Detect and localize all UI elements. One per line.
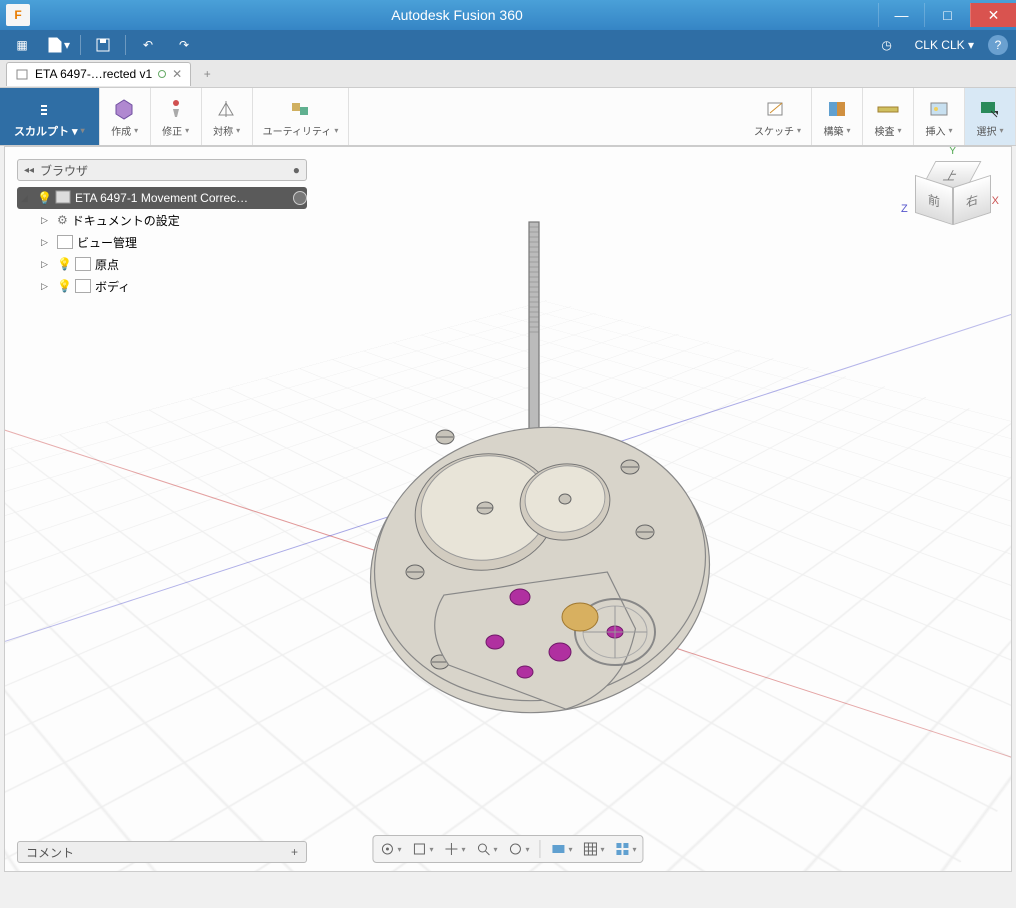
redo-button[interactable]: ↷	[170, 33, 198, 57]
browser-panel: ◂◂ ブラウザ ● ◢ 💡 ETA 6497-1 Movement Correc…	[17, 159, 307, 297]
close-button[interactable]: ✕	[970, 3, 1016, 27]
sketch-icon	[762, 95, 792, 123]
folder-icon	[57, 235, 73, 249]
visibility-icon[interactable]: 💡	[57, 279, 71, 293]
browser-item-views[interactable]: ▷ ビュー管理	[17, 231, 307, 253]
undo-button[interactable]: ↶	[134, 33, 162, 57]
visibility-icon[interactable]: 💡	[57, 257, 71, 271]
ribbon-symmetry[interactable]: 対称	[202, 88, 253, 145]
file-button[interactable]: ▾	[44, 33, 72, 57]
job-status-icon[interactable]: ◷	[873, 33, 901, 57]
browser-item-settings[interactable]: ▷⚙ ドキュメントの設定	[17, 209, 307, 231]
workspace-switcher[interactable]: スカルプト ▾	[0, 88, 100, 145]
unsaved-indicator-icon	[158, 70, 166, 78]
select-icon	[975, 95, 1005, 123]
browser-header[interactable]: ◂◂ ブラウザ ●	[17, 159, 307, 181]
ribbon: スカルプト ▾ 作成 修正 対称 ユーティリティ スケッチ 構築 検査 挿入 選…	[0, 88, 1016, 146]
ribbon-construct[interactable]: 構築	[812, 88, 863, 145]
pan-button[interactable]	[443, 841, 465, 857]
browser-title: ブラウザ	[40, 162, 287, 179]
save-button[interactable]	[89, 33, 117, 57]
look-button[interactable]	[508, 841, 530, 857]
browser-pin-icon[interactable]: ●	[293, 163, 300, 177]
insert-icon	[924, 95, 954, 123]
browser-nav-icon[interactable]: ◂◂	[24, 165, 34, 176]
doc-icon	[15, 67, 29, 81]
folder-icon	[75, 279, 91, 293]
data-panel-button[interactable]: ▦	[8, 33, 36, 57]
activate-icon[interactable]	[293, 191, 307, 205]
grid-button[interactable]	[583, 841, 605, 857]
viewport[interactable]: ◂◂ ブラウザ ● ◢ 💡 ETA 6497-1 Movement Correc…	[4, 146, 1012, 872]
modify-icon	[161, 95, 191, 123]
create-icon	[110, 95, 140, 123]
titlebar: F Autodesk Fusion 360 — □ ✕	[0, 0, 1016, 30]
ribbon-select[interactable]: 選択	[965, 88, 1016, 145]
document-tabs: ETA 6497-…rected v1 ✕ +	[0, 60, 1016, 88]
app-icon: F	[6, 4, 30, 26]
maximize-button[interactable]: □	[924, 3, 970, 27]
ribbon-create[interactable]: 作成	[100, 88, 151, 145]
gear-icon: ⚙	[57, 213, 68, 227]
user-menu[interactable]: CLK CLK ▾	[915, 38, 974, 52]
ribbon-modify[interactable]: 修正	[151, 88, 202, 145]
fit-button[interactable]	[411, 841, 433, 857]
z-axis-label: Z	[901, 203, 908, 215]
quick-access-toolbar: ▦ ▾ ↶ ↷ ◷ CLK CLK ▾ ?	[0, 30, 1016, 60]
zoom-button[interactable]	[475, 841, 497, 857]
inspect-icon	[873, 95, 903, 123]
symmetry-icon	[212, 95, 242, 123]
ribbon-utility[interactable]: ユーティリティ	[253, 88, 350, 145]
comments-panel[interactable]: コメント +	[17, 841, 307, 863]
visibility-icon[interactable]: 💡	[37, 191, 51, 205]
browser-item-origin[interactable]: ▷💡 原点	[17, 253, 307, 275]
workspace-icon	[34, 95, 64, 123]
tab-close-icon[interactable]: ✕	[172, 67, 182, 81]
add-comment-icon[interactable]: +	[291, 845, 298, 859]
ribbon-inspect[interactable]: 検査	[863, 88, 914, 145]
browser-root[interactable]: ◢ 💡 ETA 6497-1 Movement Correc…	[17, 187, 307, 209]
help-button[interactable]: ?	[988, 35, 1008, 55]
display-button[interactable]	[551, 841, 573, 857]
new-tab-button[interactable]: +	[195, 62, 219, 86]
comments-label: コメント	[26, 844, 291, 861]
expand-icon[interactable]: ◢	[21, 193, 33, 204]
construct-icon	[822, 95, 852, 123]
minimize-button[interactable]: —	[878, 3, 924, 27]
navigation-bar	[372, 835, 643, 863]
ribbon-sketch[interactable]: スケッチ	[744, 88, 812, 145]
browser-item-bodies[interactable]: ▷💡 ボディ	[17, 275, 307, 297]
viewcube[interactable]: Y X Z 上 前 右	[911, 155, 991, 235]
document-tab[interactable]: ETA 6497-…rected v1 ✕	[6, 62, 191, 86]
ribbon-insert[interactable]: 挿入	[914, 88, 965, 145]
folder-icon	[75, 257, 91, 271]
utility-icon	[286, 95, 316, 123]
root-label: ETA 6497-1 Movement Correc…	[75, 191, 289, 205]
x-axis-label: X	[992, 195, 999, 207]
window-title: Autodesk Fusion 360	[36, 7, 878, 23]
model-watch-movement[interactable]	[355, 212, 725, 772]
viewports-button[interactable]	[615, 841, 637, 857]
orbit-button[interactable]	[379, 841, 401, 857]
component-icon	[55, 190, 71, 207]
tab-label: ETA 6497-…rected v1	[35, 67, 152, 81]
y-axis-label: Y	[949, 146, 956, 157]
